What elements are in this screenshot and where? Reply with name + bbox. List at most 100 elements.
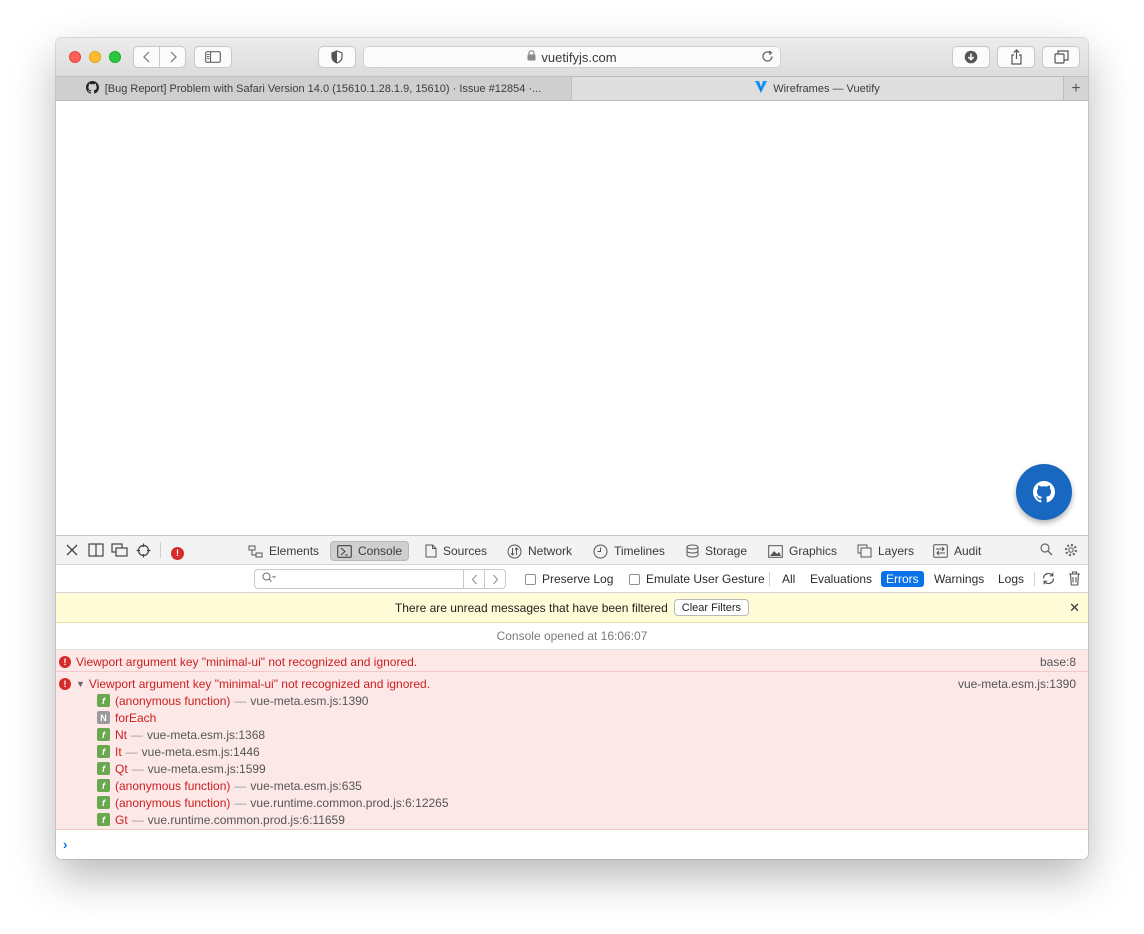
tab-elements[interactable]: Elements (242, 541, 325, 561)
tab-storage[interactable]: Storage (680, 541, 753, 561)
toolbar-divider (160, 542, 161, 558)
stack-frame[interactable]: f It — vue-meta.esm.js:1446 (97, 743, 260, 760)
prompt-chevron-icon: › (63, 837, 68, 852)
close-window-button[interactable] (69, 51, 81, 63)
share-button[interactable] (997, 46, 1035, 68)
minimize-window-button[interactable] (89, 51, 101, 63)
tab-console[interactable]: Console (330, 541, 410, 561)
tab-audit[interactable]: Audit (927, 541, 987, 561)
gear-icon[interactable] (1064, 543, 1078, 562)
detach-window-icon[interactable] (111, 543, 128, 562)
stack-frame[interactable]: f (anonymous function) — vue.runtime.com… (97, 794, 449, 811)
stack-frame[interactable]: f Nt — vue-meta.esm.js:1368 (97, 726, 265, 743)
function-icon: f (97, 796, 110, 809)
tab-bar: [Bug Report] Problem with Safari Version… (56, 76, 1088, 101)
back-button[interactable] (134, 47, 160, 67)
function-icon: f (97, 694, 110, 707)
stack-frame[interactable]: N forEach (97, 709, 156, 726)
clear-filters-button[interactable]: Clear Filters (673, 599, 750, 616)
function-icon: f (97, 745, 110, 758)
clock-icon (593, 544, 608, 558)
shield-icon (331, 50, 343, 64)
filter-divider (1034, 572, 1035, 586)
previous-match-button[interactable] (463, 570, 484, 588)
page-content (56, 101, 1088, 535)
search-icon (262, 572, 276, 586)
close-icon[interactable]: ✕ (1069, 600, 1080, 616)
search-icon[interactable] (1040, 543, 1053, 561)
level-evaluations[interactable]: Evaluations (805, 571, 877, 587)
function-icon: f (97, 813, 110, 826)
level-warnings[interactable]: Warnings (929, 571, 989, 587)
tab-github-issue[interactable]: [Bug Report] Problem with Safari Version… (56, 77, 572, 100)
new-tab-button[interactable]: + (1063, 77, 1088, 100)
next-match-button[interactable] (484, 570, 505, 588)
document-icon (425, 544, 437, 558)
filtered-messages-banner: There are unread messages that have been… (56, 593, 1088, 623)
address-bar[interactable]: vuetifyjs.com (363, 46, 781, 68)
tab-timelines[interactable]: Timelines (587, 541, 671, 561)
filter-divider (769, 572, 770, 586)
tab-sources[interactable]: Sources (419, 541, 493, 561)
message-source-link[interactable]: vue-meta.esm.js:1390 (958, 677, 1076, 691)
sidebar-button[interactable] (194, 46, 232, 68)
console-error-message[interactable]: ! Viewport argument key "minimal-ui" not… (56, 650, 1088, 672)
share-icon (1010, 49, 1022, 65)
lock-icon (527, 50, 536, 64)
stack-frame[interactable]: f (anonymous function) — vue-meta.esm.js… (97, 692, 368, 709)
preserve-log-checkbox[interactable]: Preserve Log (525, 572, 613, 586)
zoom-window-button[interactable] (109, 51, 121, 63)
github-icon (1033, 481, 1055, 503)
image-icon (768, 544, 783, 558)
function-icon: f (97, 779, 110, 792)
tab-graphics[interactable]: Graphics (762, 541, 843, 561)
stack-frame[interactable]: f Gt — vue.runtime.common.prod.js:6:1165… (97, 811, 345, 828)
chevron-left-icon (142, 51, 149, 63)
forward-button[interactable] (160, 47, 185, 67)
chevron-right-icon (170, 51, 177, 63)
downloads-button[interactable] (952, 46, 990, 68)
github-fab-button[interactable] (1016, 464, 1072, 520)
element-picker-icon[interactable] (136, 543, 151, 563)
sidebar-icon (205, 51, 221, 63)
level-logs[interactable]: Logs (993, 571, 1029, 587)
console-error-message-expanded[interactable]: ! ▼ Viewport argument key "minimal-ui" n… (56, 672, 1088, 830)
tab-network[interactable]: Network (501, 541, 578, 561)
banner-text: There are unread messages that have been… (394, 600, 668, 615)
native-function-icon: N (97, 711, 110, 724)
tab-label: [Bug Report] Problem with Safari Version… (104, 82, 542, 95)
console-opened-message: Console opened at 16:06:07 (56, 623, 1088, 650)
tabs-overview-icon (1053, 50, 1069, 64)
layers-icon (857, 544, 872, 558)
reload-icon[interactable] (761, 50, 774, 66)
tab-layers[interactable]: Layers (851, 541, 920, 561)
safari-window: vuetifyjs.com [Bug Report] Problem with … (56, 38, 1088, 859)
message-source-link[interactable]: base:8 (1040, 655, 1076, 669)
stack-frame[interactable]: f (anonymous function) — vue-meta.esm.js… (97, 777, 362, 794)
error-icon: ! (59, 677, 71, 690)
stack-frame[interactable]: f Qt — vue-meta.esm.js:1599 (97, 760, 266, 777)
error-count-icon[interactable]: ! (171, 543, 189, 561)
function-icon: f (97, 762, 110, 775)
trash-icon[interactable] (1068, 571, 1081, 591)
web-inspector: ! Elements Console Sources Network Timel… (56, 535, 1088, 859)
tab-overview-button[interactable] (1042, 46, 1080, 68)
close-inspector-icon[interactable] (65, 543, 79, 562)
filter-input[interactable] (254, 569, 506, 589)
database-icon (686, 544, 699, 558)
github-icon (85, 80, 99, 97)
console-prompt-input[interactable]: › (56, 830, 1088, 859)
level-all[interactable]: All (777, 571, 800, 587)
refresh-icon[interactable] (1041, 571, 1056, 591)
vuetify-icon (755, 80, 768, 97)
level-errors[interactable]: Errors (881, 571, 924, 587)
error-text: Viewport argument key "minimal-ui" not r… (88, 676, 431, 691)
dock-side-icon[interactable] (88, 543, 104, 562)
emulate-user-gesture-checkbox[interactable]: Emulate User Gesture (629, 572, 765, 586)
chevron-right-icon (492, 574, 498, 584)
disclosure-triangle-icon[interactable]: ▼ (76, 679, 85, 689)
tab-vuetify-wireframes[interactable]: Wireframes — Vuetify (572, 77, 1063, 100)
privacy-report-button[interactable] (318, 46, 356, 68)
console-icon (337, 544, 352, 558)
console-filter-bar: Preserve Log Emulate User Gesture All Ev… (56, 565, 1088, 593)
